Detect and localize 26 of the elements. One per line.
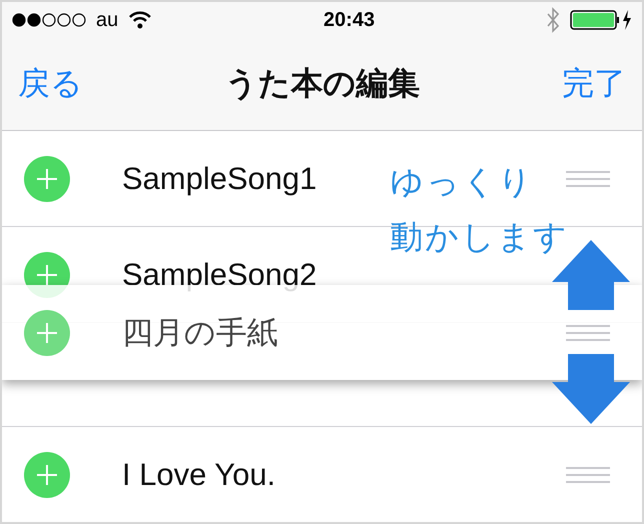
signal-strength-icon — [12, 13, 86, 27]
back-button[interactable]: 戻る — [18, 62, 83, 106]
wifi-icon — [128, 11, 152, 29]
dragged-row[interactable]: 四月の手紙 — [2, 285, 642, 380]
reorder-handle-icon[interactable] — [566, 324, 610, 340]
bluetooth-icon — [546, 7, 560, 33]
song-title: SampleSong1 — [122, 160, 317, 196]
plus-icon — [36, 264, 58, 286]
reorder-handle-icon[interactable] — [566, 170, 610, 186]
plus-icon — [36, 464, 58, 486]
add-button[interactable] — [24, 310, 70, 356]
reorder-handle-icon[interactable] — [566, 466, 610, 482]
annotation-text: ゆっくり — [390, 162, 535, 202]
done-button[interactable]: 完了 — [562, 62, 626, 106]
plus-icon — [36, 322, 58, 344]
add-button[interactable] — [24, 156, 70, 202]
down-arrow-icon — [552, 354, 630, 424]
plus-icon — [36, 168, 58, 190]
status-time: 20:43 — [322, 8, 376, 32]
carrier-name: au — [96, 8, 118, 32]
song-title: I Love You. — [122, 456, 276, 492]
song-title: 四月の手紙 — [122, 314, 278, 352]
screen-title: うた本の編集 — [225, 64, 420, 103]
add-button[interactable] — [24, 452, 70, 498]
annotation-text: 動かします — [390, 217, 569, 257]
battery-charging-icon — [570, 9, 632, 31]
